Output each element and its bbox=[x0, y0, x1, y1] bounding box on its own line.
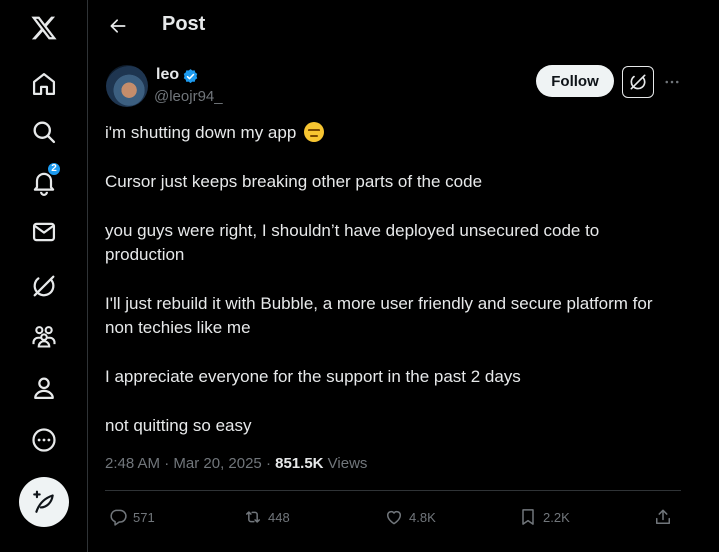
heart-icon bbox=[387, 510, 401, 525]
meta-separator: · bbox=[265, 455, 276, 472]
avatar[interactable] bbox=[106, 65, 148, 107]
like-button[interactable]: 4.8K bbox=[384, 503, 436, 531]
app-root: 2 Post leo @leojr94_ Follow i'm shutting… bbox=[0, 0, 719, 552]
profile-icon[interactable] bbox=[22, 366, 66, 410]
search-icon[interactable] bbox=[22, 110, 66, 154]
page-title: Post bbox=[162, 13, 206, 35]
post-line: i'm shutting down my app bbox=[105, 123, 297, 142]
back-arrow-icon bbox=[110, 19, 126, 33]
compose-icon bbox=[33, 490, 54, 513]
meta-separator: · bbox=[164, 455, 174, 472]
post-body: i'm shutting down my app Cursor just kee… bbox=[105, 121, 675, 463]
repost-count: 448 bbox=[268, 509, 290, 525]
repost-button[interactable]: 448 bbox=[243, 503, 290, 531]
divider bbox=[105, 490, 681, 491]
page-header: Post bbox=[88, 0, 719, 52]
back-button[interactable] bbox=[102, 10, 134, 42]
bell-icon[interactable]: 2 bbox=[22, 160, 66, 204]
post-more-button[interactable] bbox=[660, 70, 684, 94]
home-icon[interactable] bbox=[22, 62, 66, 106]
post-paragraph: Cursor just keeps breaking other parts o… bbox=[105, 172, 483, 191]
reply-button[interactable]: 571 bbox=[108, 503, 155, 531]
sidebar-nav: 2 bbox=[0, 0, 88, 552]
like-count: 4.8K bbox=[409, 509, 436, 525]
author-handle[interactable]: @leojr94_ bbox=[154, 88, 223, 105]
post-meta: 2:48 AM · Mar 20, 2025 · 851.5K Views bbox=[105, 455, 367, 472]
post-date[interactable]: Mar 20, 2025 bbox=[173, 455, 261, 472]
post-paragraph: I appreciate everyone for the support in… bbox=[105, 367, 521, 386]
bookmark-button[interactable]: 2.2K bbox=[518, 503, 570, 531]
bookmark-icon bbox=[522, 509, 534, 525]
views-count: 851.5K bbox=[275, 455, 324, 472]
grok-icon[interactable] bbox=[22, 264, 66, 308]
bookmark-count: 2.2K bbox=[543, 509, 570, 525]
post-paragraph: I'll just rebuild it with Bubble, a more… bbox=[105, 294, 653, 337]
verified-icon bbox=[183, 69, 198, 84]
notifications-badge: 2 bbox=[47, 162, 61, 176]
mail-icon[interactable] bbox=[22, 210, 66, 254]
grok-explain-button[interactable] bbox=[622, 66, 654, 98]
post-paragraph: i'm shutting down my app bbox=[105, 121, 675, 145]
grok-icon bbox=[630, 74, 646, 90]
compose-button[interactable] bbox=[19, 477, 69, 527]
more-circle-icon[interactable] bbox=[22, 418, 66, 462]
reply-icon bbox=[110, 509, 127, 526]
ellipsis-icon bbox=[665, 80, 679, 84]
post-paragraph: not quitting so easy bbox=[105, 416, 252, 435]
repost-icon bbox=[246, 511, 260, 523]
reply-count: 571 bbox=[133, 509, 155, 525]
post-time[interactable]: 2:48 AM bbox=[105, 455, 160, 472]
share-icon bbox=[656, 509, 670, 524]
views-label: Views bbox=[327, 455, 368, 472]
author-display-name[interactable]: leo bbox=[156, 66, 179, 84]
share-button[interactable] bbox=[653, 503, 678, 531]
follow-button[interactable]: Follow bbox=[536, 65, 614, 97]
x-logo-icon[interactable] bbox=[22, 6, 66, 50]
communities-icon[interactable] bbox=[22, 314, 66, 358]
post-paragraph: you guys were right, I shouldn’t have de… bbox=[105, 221, 600, 264]
expressionless-face-icon bbox=[304, 122, 325, 142]
post-actions: 571 448 4.8K 2.2K bbox=[105, 503, 681, 531]
